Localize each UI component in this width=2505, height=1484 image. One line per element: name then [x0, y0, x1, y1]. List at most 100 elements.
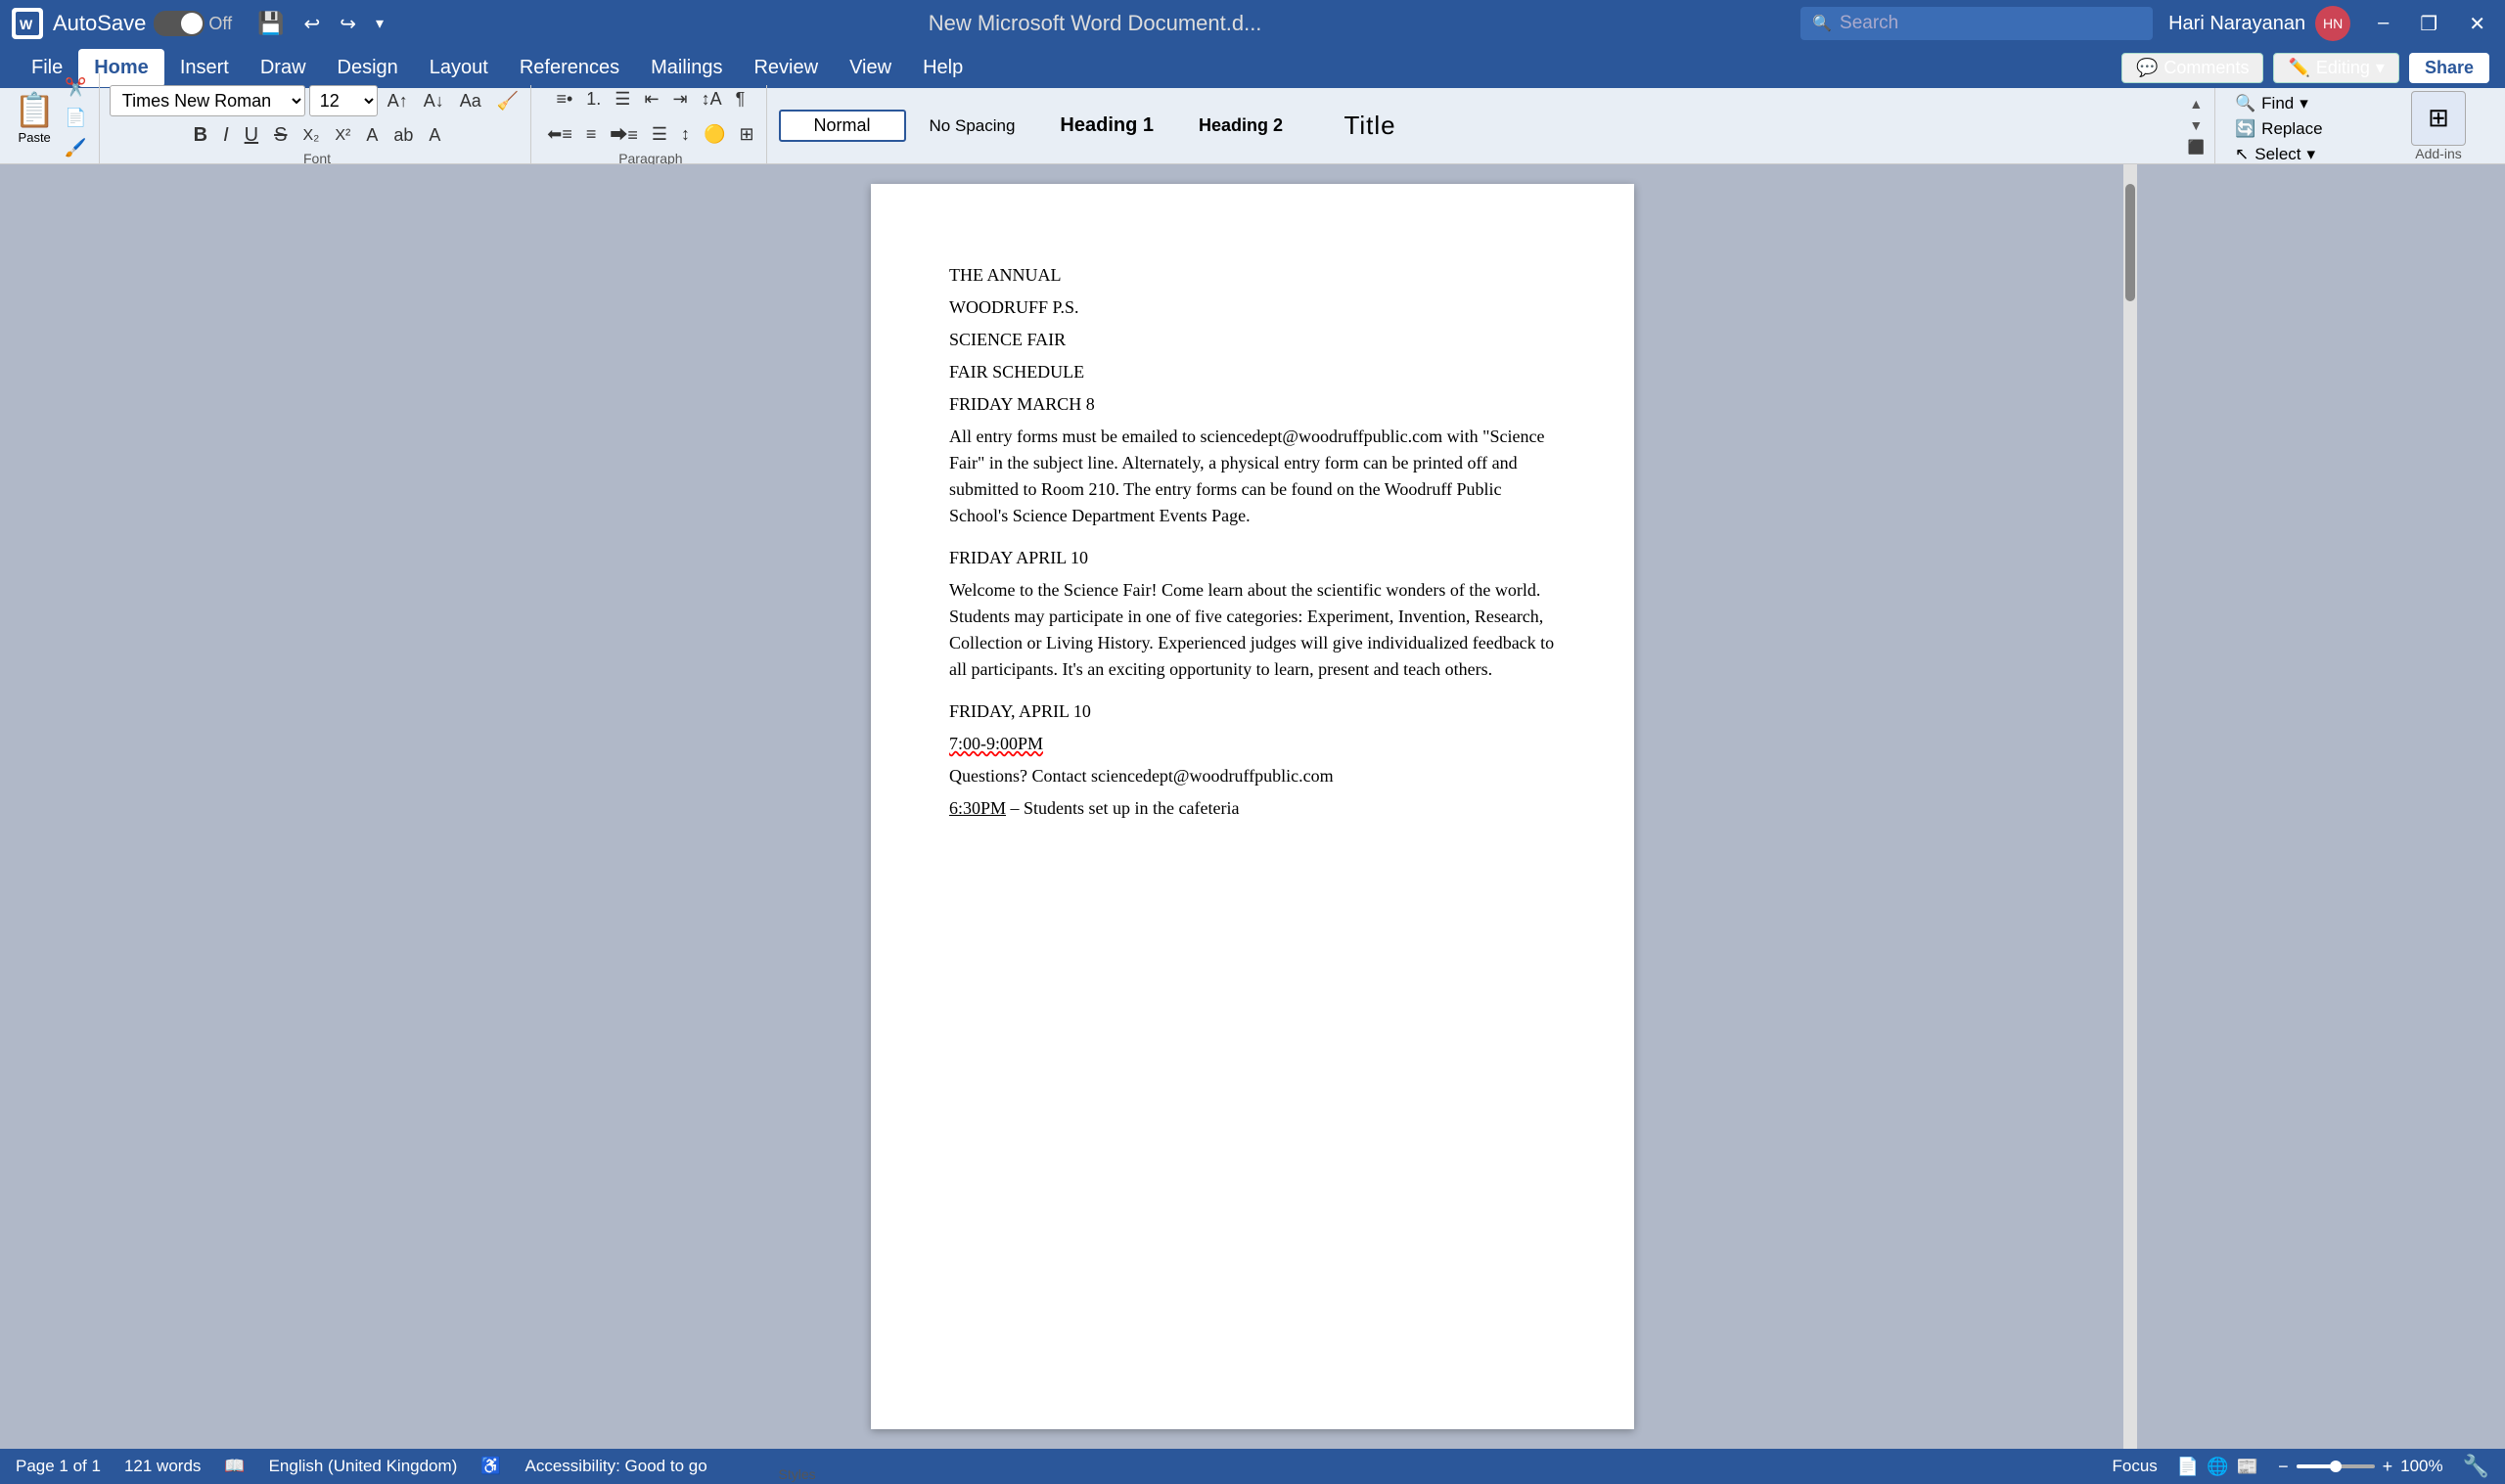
strikethrough-button[interactable]: S: [268, 120, 293, 151]
align-center-button[interactable]: ≡: [580, 117, 603, 151]
document[interactable]: THE ANNUAL WOODRUFF P.S. SCIENCE FAIR FA…: [871, 184, 1634, 1429]
customize-button[interactable]: ▾: [370, 10, 389, 37]
superscript-button[interactable]: X²: [329, 123, 356, 149]
decrease-indent-button[interactable]: ⇤: [638, 85, 664, 113]
scrollbar-thumb[interactable]: [2125, 184, 2135, 301]
toolbar: 📋 Paste ✂️ 📄 🖌️ Clipboard Times New Roma…: [0, 88, 2505, 164]
italic-button[interactable]: I: [217, 120, 235, 151]
align-left-button[interactable]: ⬅≡: [541, 117, 578, 151]
save-button[interactable]: 💾: [251, 7, 290, 40]
text-shading-button[interactable]: A: [423, 121, 446, 150]
sort-button[interactable]: ↕A: [696, 85, 728, 113]
style-normal[interactable]: Normal: [779, 110, 906, 142]
undo-button[interactable]: ↩: [298, 8, 327, 40]
styles-expand[interactable]: ⬛: [2186, 137, 2207, 157]
increase-indent-button[interactable]: ⇥: [667, 85, 694, 113]
word-count: 121 words: [124, 1457, 201, 1476]
font-shrink-button[interactable]: A↓: [418, 87, 450, 115]
doc-para1: All entry forms must be emailed to scien…: [949, 424, 1556, 529]
highlight-color-button[interactable]: ab: [387, 121, 419, 150]
menu-draw[interactable]: Draw: [245, 49, 322, 87]
close-button[interactable]: ✕: [2461, 8, 2493, 40]
shading-button[interactable]: 🟡: [698, 117, 731, 151]
menu-help[interactable]: Help: [907, 49, 979, 87]
numbering-button[interactable]: 1.: [580, 85, 607, 113]
autosave-toggle[interactable]: AutoSave Off: [53, 11, 232, 36]
replace-icon: 🔄: [2235, 119, 2255, 139]
doc-line6: FRIDAY APRIL 10: [949, 545, 1556, 571]
addins-icon[interactable]: ⊞: [2411, 91, 2466, 146]
style-no-spacing[interactable]: No Spacing: [908, 111, 1037, 142]
show-formatting-button[interactable]: ¶: [730, 85, 752, 113]
change-case-button[interactable]: Aa: [454, 87, 487, 115]
bold-button[interactable]: B: [188, 120, 213, 151]
styles-scroll-down[interactable]: ▼: [2186, 115, 2207, 135]
menu-review[interactable]: Review: [738, 49, 834, 87]
menu-layout[interactable]: Layout: [414, 49, 504, 87]
menu-view[interactable]: View: [834, 49, 907, 87]
focus-button[interactable]: Focus: [2113, 1457, 2158, 1476]
addins-section: ⊞ Add-ins: [2399, 88, 2497, 164]
format-painter-button[interactable]: 🖌️: [59, 134, 92, 162]
share-button[interactable]: Share: [2409, 53, 2489, 83]
print-layout-button[interactable]: 📄: [2177, 1457, 2199, 1477]
font-family-select[interactable]: Times New Roman: [110, 85, 305, 116]
font-grow-button[interactable]: A↑: [382, 87, 414, 115]
menu-mailings[interactable]: Mailings: [635, 49, 738, 87]
multilevel-list-button[interactable]: ☰: [609, 85, 636, 113]
font-color-button[interactable]: A: [360, 121, 384, 150]
autosave-switch[interactable]: [154, 11, 205, 36]
search-input[interactable]: [1840, 13, 2141, 34]
document-area[interactable]: THE ANNUAL WOODRUFF P.S. SCIENCE FAIR FA…: [382, 164, 2123, 1449]
style-heading2[interactable]: Heading 2: [1177, 110, 1304, 142]
cafeteria-text: – Students set up in the cafeteria: [1006, 798, 1239, 818]
border-button[interactable]: ⊞: [733, 117, 759, 151]
subscript-button[interactable]: X₂: [296, 123, 325, 149]
window-controls[interactable]: – ❐ ✕: [2370, 8, 2493, 40]
restore-button[interactable]: ❐: [2412, 8, 2445, 40]
paste-button[interactable]: 📋 Paste: [14, 91, 55, 145]
main-area: THE ANNUAL WOODRUFF P.S. SCIENCE FAIR FA…: [0, 164, 2505, 1449]
select-button[interactable]: ↖ Select ▾: [2231, 143, 2384, 166]
align-right-button[interactable]: ⮕≡: [604, 117, 644, 151]
menu-references[interactable]: References: [504, 49, 635, 87]
doc-line10: 6:30PM – Students set up in the cafeteri…: [949, 795, 1556, 822]
replace-button[interactable]: 🔄 Replace: [2231, 117, 2384, 141]
editing-button[interactable]: ✏️ Editing ▾: [2273, 53, 2399, 83]
scrollbar[interactable]: [2123, 164, 2137, 1449]
redo-button[interactable]: ↪: [334, 8, 362, 40]
cut-button[interactable]: ✂️: [59, 73, 92, 102]
doc-line5: FRIDAY MARCH 8: [949, 391, 1556, 418]
reader-view-button[interactable]: 📰: [2237, 1457, 2258, 1477]
font-section: Times New Roman 12 A↑ A↓ Aa 🧹 B I U S X₂…: [104, 85, 531, 166]
search-icon: 🔍: [1812, 14, 1832, 33]
zoom-in-button[interactable]: +: [2383, 1457, 2393, 1477]
ribbon-menu: File Home Insert Draw Design Layout Refe…: [0, 47, 2505, 88]
find-button[interactable]: 🔍 Find ▾: [2231, 92, 2384, 115]
styles-section: Normal No Spacing Heading 1 Heading 2 Ti…: [771, 88, 2215, 164]
zoom-level: 100%: [2400, 1457, 2442, 1476]
comments-button[interactable]: 💬 Comments: [2121, 53, 2263, 83]
user-info: Hari Narayanan HN: [2168, 6, 2350, 41]
doc-line8: 7:00-9:00PM: [949, 731, 1556, 757]
style-heading1[interactable]: Heading 1: [1038, 109, 1175, 143]
zoom-slider[interactable]: [2297, 1464, 2375, 1468]
menu-design[interactable]: Design: [322, 49, 414, 87]
copy-button[interactable]: 📄: [59, 104, 92, 132]
bullets-button[interactable]: ≡•: [550, 85, 578, 113]
zoom-out-button[interactable]: −: [2278, 1457, 2289, 1477]
line-spacing-button[interactable]: ↕: [675, 117, 696, 151]
menu-insert[interactable]: Insert: [164, 49, 245, 87]
underline-button[interactable]: U: [239, 120, 264, 151]
styles-scroll-up[interactable]: ▲: [2186, 94, 2207, 113]
justify-button[interactable]: ☰: [646, 117, 673, 151]
zoom-control[interactable]: − + 100%: [2278, 1457, 2443, 1477]
title-bar: W AutoSave Off 💾 ↩ ↪ ▾ New Microsoft Wor…: [0, 0, 2505, 47]
web-layout-button[interactable]: 🌐: [2207, 1457, 2228, 1477]
font-size-select[interactable]: 12: [309, 85, 378, 116]
search-bar[interactable]: 🔍: [1800, 7, 2153, 40]
minimize-button[interactable]: –: [2370, 8, 2396, 40]
clear-format-button[interactable]: 🧹: [491, 87, 524, 115]
gt-icon: 🔧: [2463, 1454, 2489, 1479]
style-title[interactable]: Title: [1306, 105, 1434, 147]
